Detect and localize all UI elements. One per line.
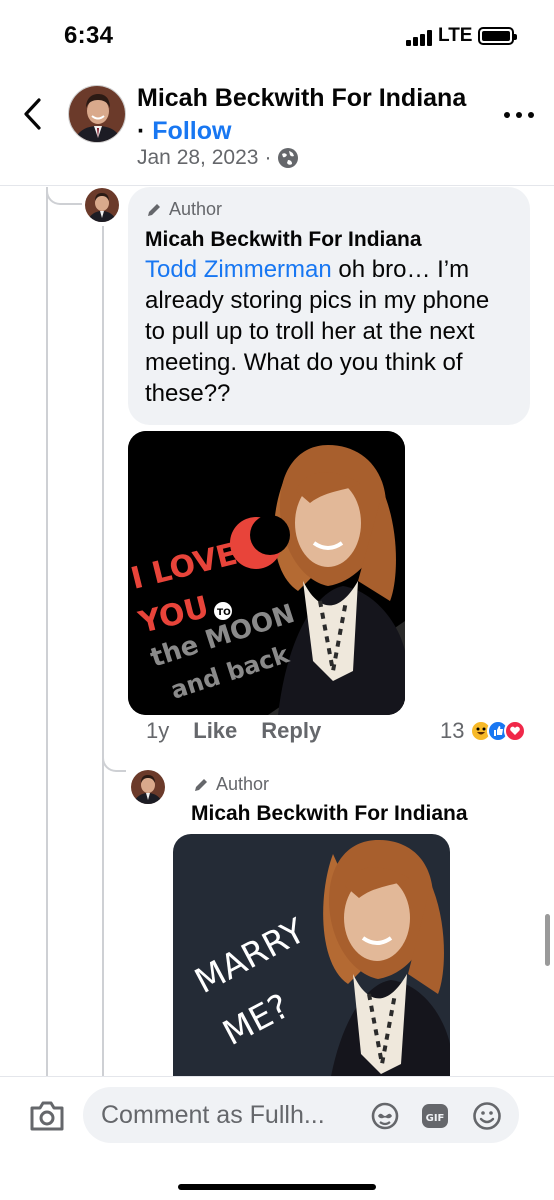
comment-text: Todd Zimmerman oh bro… I’m already stori… xyxy=(145,254,514,409)
page-title: Micah Beckwith For Indiana · Follow xyxy=(137,82,467,148)
avatar-sticker-button[interactable] xyxy=(369,1101,401,1131)
scrollbar-thumb[interactable] xyxy=(545,914,550,966)
globe-icon xyxy=(278,148,299,168)
emoji-button[interactable] xyxy=(471,1101,503,1131)
emoji-icon xyxy=(473,1102,501,1130)
network-label: LTE xyxy=(438,25,473,46)
page-name[interactable]: Micah Beckwith For Indiana xyxy=(137,84,466,112)
reply-author-badge: Author xyxy=(192,774,269,795)
comment-author[interactable]: Micah Beckwith For Indiana xyxy=(145,225,514,254)
camera-button[interactable] xyxy=(28,1099,66,1133)
back-button[interactable] xyxy=(18,94,48,134)
post-meta: Jan 28, 2023 · xyxy=(137,146,299,170)
pencil-icon xyxy=(195,778,207,791)
camera-icon xyxy=(30,1101,64,1131)
thread-line xyxy=(46,187,48,1076)
gif-button[interactable]: GIF xyxy=(419,1101,451,1131)
reply-button[interactable]: Reply xyxy=(261,718,321,744)
signal-icon xyxy=(406,30,434,46)
thread-connector xyxy=(46,187,82,205)
comment-placeholder: Comment as Fullh... xyxy=(101,1101,325,1129)
reply-thread-line xyxy=(102,226,104,1076)
comment-avatar[interactable] xyxy=(85,188,119,222)
follow-button[interactable]: Follow xyxy=(152,117,231,145)
home-indicator[interactable] xyxy=(178,1184,376,1190)
like-button[interactable]: Like xyxy=(193,718,237,744)
sticker-text-to: TO xyxy=(217,608,231,618)
comment-bubble[interactable]: Author Micah Beckwith For Indiana Todd Z… xyxy=(128,187,530,425)
title-separator: · xyxy=(137,117,153,145)
gif-icon: GIF xyxy=(422,1104,448,1128)
author-badge-label: Author xyxy=(169,199,223,219)
author-badge: Author xyxy=(145,199,514,220)
reply-connector xyxy=(102,752,126,772)
battery-icon xyxy=(478,27,517,45)
reply-avatar[interactable] xyxy=(131,770,165,804)
post-date[interactable]: Jan 28, 2023 xyxy=(137,146,258,170)
reply-author[interactable]: Micah Beckwith For Indiana xyxy=(191,802,468,826)
comment-actions: 1y Like Reply xyxy=(146,718,321,744)
comment-composer: Comment as Fullh... GIF xyxy=(0,1076,554,1200)
gif-label: GIF xyxy=(426,1113,445,1124)
more-options-button[interactable] xyxy=(504,100,534,130)
comment-input[interactable]: Comment as Fullh... GIF xyxy=(83,1087,519,1143)
reaction-count: 13 xyxy=(440,718,465,743)
love-reaction-icon xyxy=(504,720,527,742)
avatar[interactable] xyxy=(68,85,126,143)
avatar-sticker-icon xyxy=(371,1102,399,1130)
chevron-left-icon xyxy=(24,98,41,130)
reply-badge-label: Author xyxy=(216,774,270,794)
reply-sticker-image[interactable]: MARRY ME? xyxy=(173,834,450,1076)
status-bar: 6:34 LTE xyxy=(0,0,554,72)
comment-time[interactable]: 1y xyxy=(146,718,169,744)
mention-link[interactable]: Todd Zimmerman xyxy=(145,256,332,283)
post-header: Micah Beckwith For Indiana · Follow Jan … xyxy=(0,72,554,186)
sticker-image[interactable]: I LOVE YOU TO the MOON and back xyxy=(128,431,405,715)
reaction-summary[interactable]: 13 xyxy=(440,718,527,744)
pencil-icon xyxy=(148,203,160,216)
meta-dot: · xyxy=(264,146,272,169)
status-time: 6:34 xyxy=(64,22,114,49)
